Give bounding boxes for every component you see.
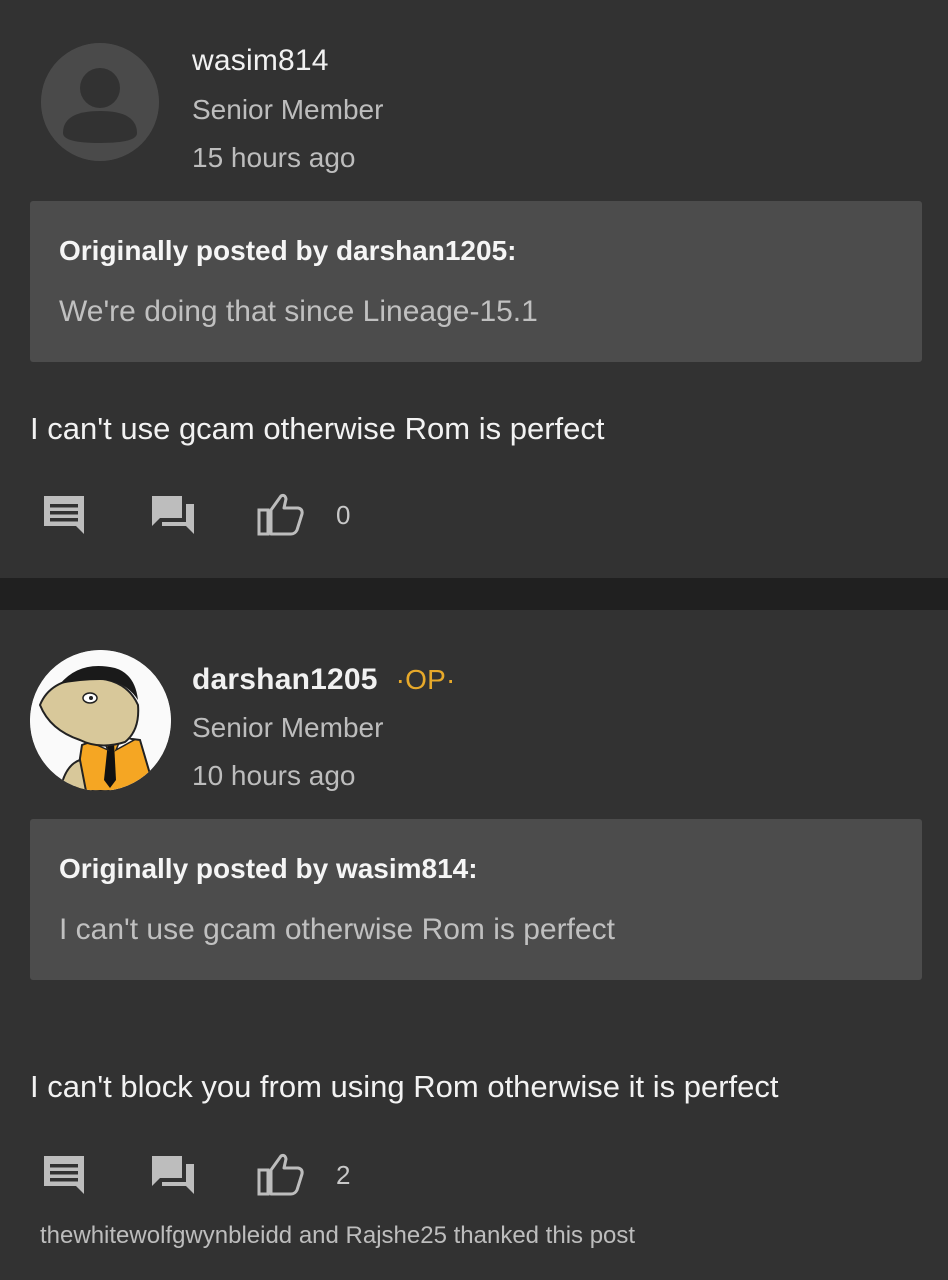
thumbs-up-icon[interactable] — [256, 1150, 306, 1200]
post-body: I can't use gcam otherwise Rom is perfec… — [30, 411, 605, 446]
thanks-list[interactable]: thewhitewolfgwynbleidd and Rajshe25 than… — [40, 1222, 635, 1250]
quote-block: Originally posted by darshan1205: We're … — [30, 201, 922, 362]
quote-text: I can't use gcam otherwise Rom is perfec… — [59, 913, 615, 946]
reply-icon[interactable] — [40, 490, 90, 540]
post-wasim814: wasim814 Senior Member 15 hours ago Orig… — [0, 0, 948, 578]
post-time: 10 hours ago — [192, 760, 356, 791]
username-text[interactable]: darshan1205 — [192, 663, 378, 696]
post-separator — [0, 578, 948, 610]
post-time: 15 hours ago — [192, 142, 356, 173]
avatar[interactable] — [41, 43, 159, 161]
thumbs-up-icon[interactable] — [256, 490, 306, 540]
username[interactable]: wasim814 — [192, 44, 329, 78]
post-darshan1205: darshan1205 ·OP· Senior Member 10 hours a… — [0, 610, 948, 1280]
reply-icon[interactable] — [40, 1150, 90, 1200]
user-role: Senior Member — [192, 712, 384, 743]
user-role: Senior Member — [192, 94, 384, 125]
like-count: 0 — [336, 500, 351, 530]
username[interactable]: darshan1205 ·OP· — [192, 663, 456, 697]
like-count: 2 — [336, 1160, 351, 1190]
post-body: I can't block you from using Rom otherwi… — [30, 1069, 779, 1104]
multiquote-icon[interactable] — [150, 1150, 200, 1200]
op-badge: ·OP· — [395, 664, 456, 695]
post-actions: 0 — [30, 490, 430, 540]
cartoon-avatar-icon — [30, 650, 171, 791]
quote-author: Originally posted by darshan1205: — [59, 235, 517, 266]
post-actions: 2 — [30, 1150, 430, 1200]
quote-author: Originally posted by wasim814: — [59, 853, 478, 884]
avatar[interactable] — [30, 650, 171, 791]
multiquote-icon[interactable] — [150, 490, 200, 540]
default-user-icon — [41, 43, 159, 161]
quote-block: Originally posted by wasim814: I can't u… — [30, 819, 922, 980]
quote-text: We're doing that since Lineage-15.1 — [59, 295, 538, 328]
